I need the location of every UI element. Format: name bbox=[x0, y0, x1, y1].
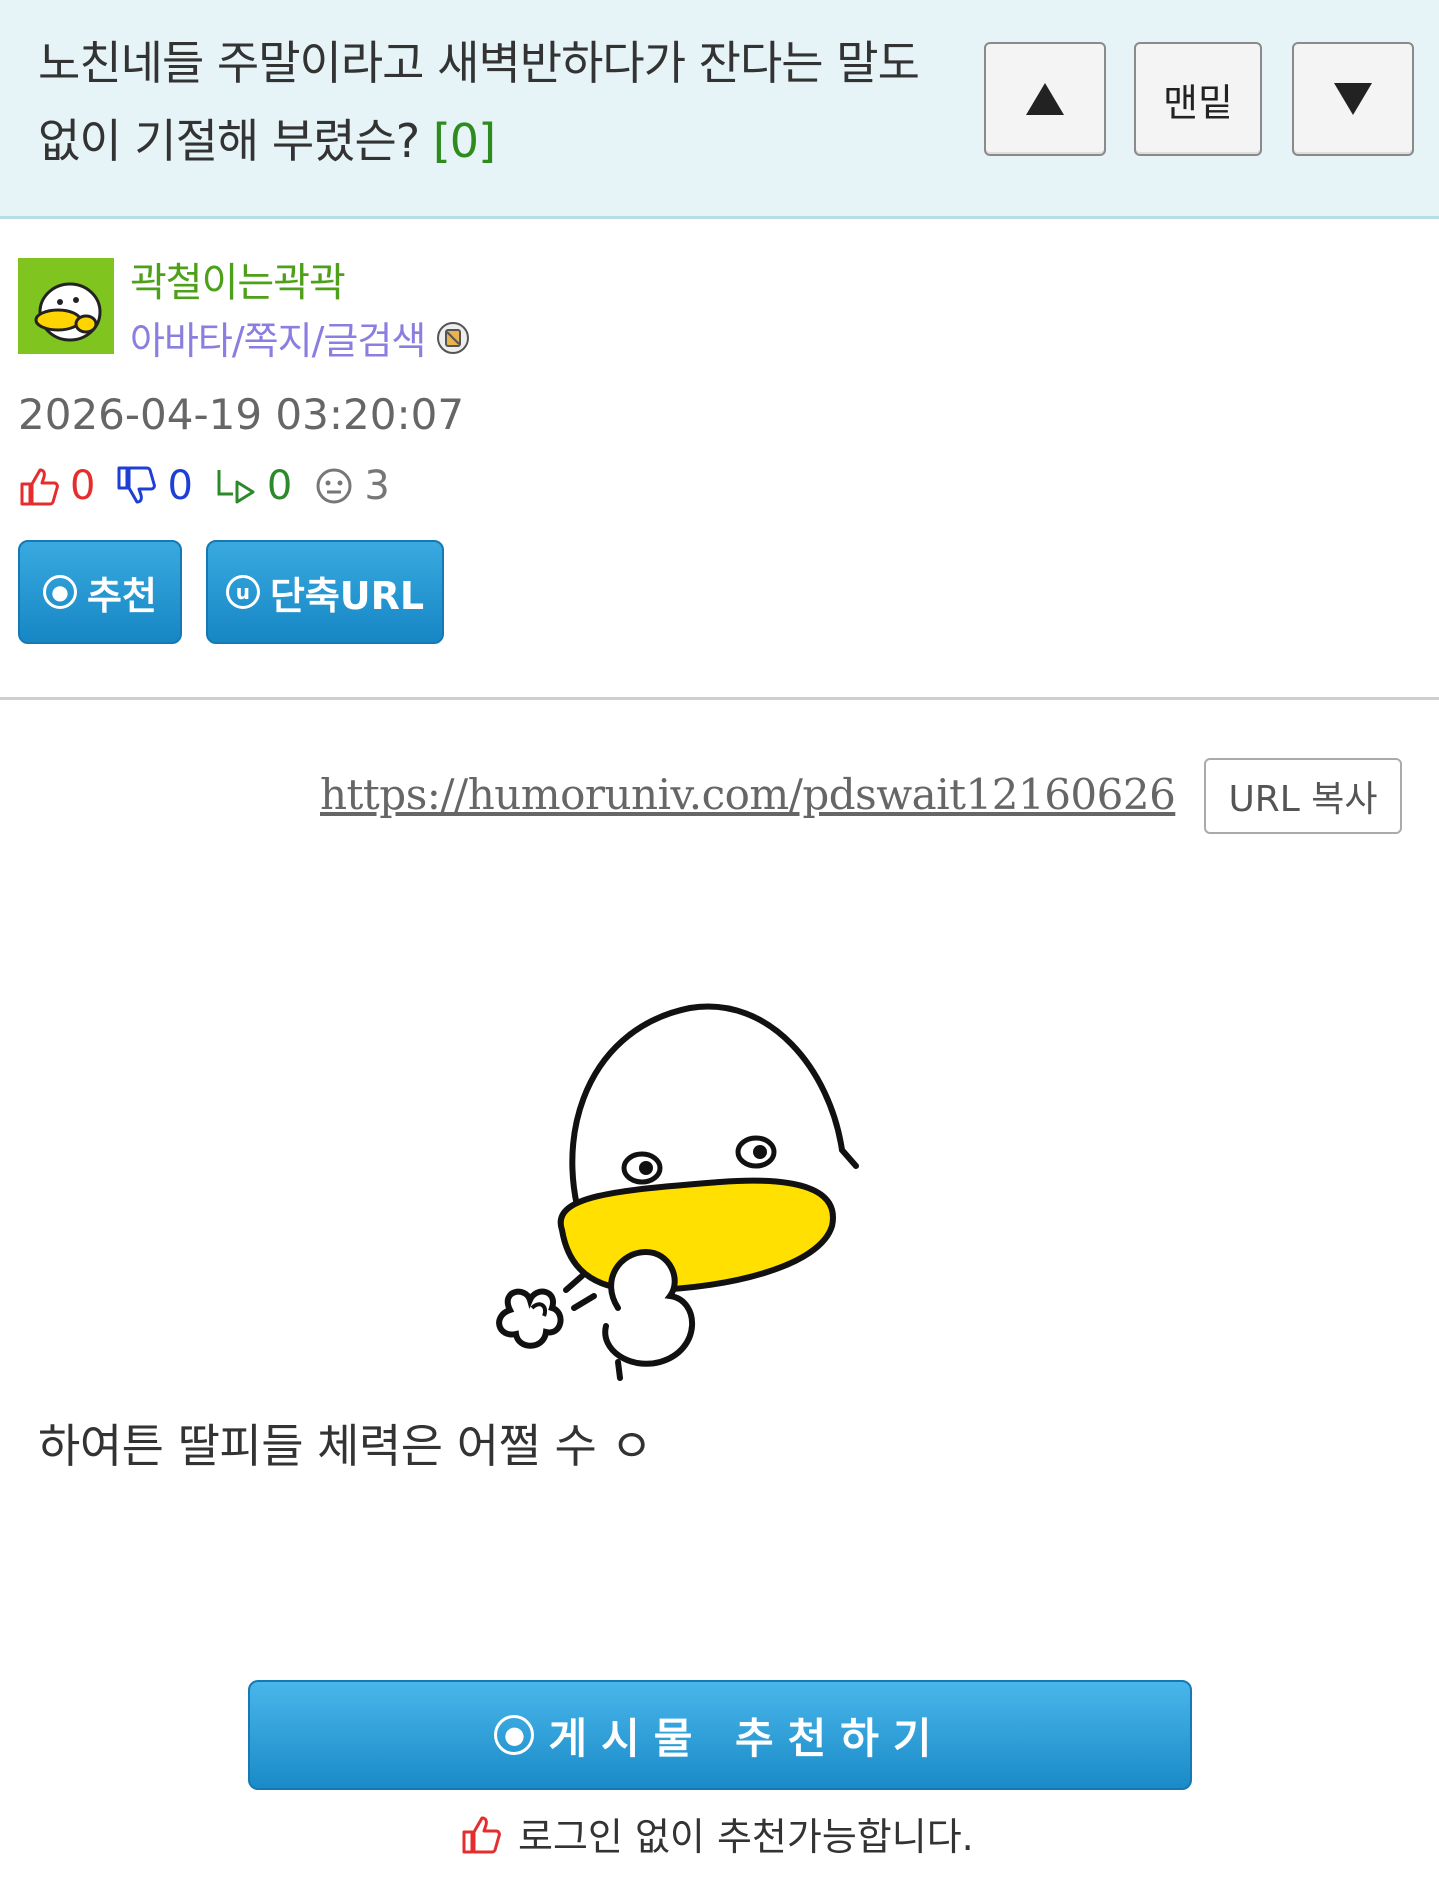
url-copy-button[interactable]: URL 복사 bbox=[1204, 758, 1402, 834]
recommend-label: 추천 bbox=[87, 573, 157, 618]
scroll-down-button[interactable] bbox=[1292, 42, 1414, 156]
scroll-up-button[interactable] bbox=[984, 42, 1106, 156]
author-name[interactable]: 곽철이는곽곽 bbox=[130, 250, 346, 308]
post-stats: 0 0 0 3 bbox=[18, 458, 410, 514]
thumbs-down-icon bbox=[117, 466, 157, 504]
up-triangle-icon bbox=[1026, 83, 1064, 115]
dislike-stat: 0 bbox=[115, 463, 193, 509]
recommend-notice-text: 로그인 없이 추천가능합니다. bbox=[518, 1815, 974, 1859]
thumbs-up-icon bbox=[462, 1816, 501, 1853]
u-circle-icon: u bbox=[225, 575, 260, 609]
view-stat: 3 bbox=[312, 463, 390, 509]
section-divider bbox=[0, 697, 1439, 700]
author-links-text[interactable]: 아바타/쪽지/글검색 bbox=[130, 310, 426, 365]
post-header: 노친네들 주말이라고 새벽반하다가 잔다는 말도 없이 기절해 부렸슨? [0]… bbox=[0, 0, 1439, 219]
dislike-count: 0 bbox=[167, 463, 193, 509]
short-url-button[interactable]: u 단축URL bbox=[206, 540, 444, 644]
reply-count: 0 bbox=[266, 463, 293, 509]
post-url-link[interactable]: https://humoruniv.com/pdswait12160626 bbox=[320, 770, 1176, 819]
post-title: 노친네들 주말이라고 새벽반하다가 잔다는 말도 없이 기절해 부렸슨? [0] bbox=[38, 24, 938, 180]
reply-arrow-icon bbox=[217, 470, 255, 504]
target-circle-icon: ● bbox=[43, 575, 78, 609]
comment-count[interactable]: [0] bbox=[433, 114, 496, 168]
post-recommend-label: 게시물 추천하기 bbox=[548, 1713, 946, 1763]
avatar[interactable] bbox=[18, 258, 114, 354]
post-body-text: 하여튼 딸피들 체력은 어쩔 수 ㅇ bbox=[38, 1419, 653, 1473]
smiley-face-icon bbox=[316, 468, 352, 504]
target-circle-icon: ● bbox=[494, 1715, 535, 1755]
scroll-bottom-label: 맨밑 bbox=[1163, 80, 1233, 125]
down-triangle-icon bbox=[1334, 83, 1372, 115]
like-count: 0 bbox=[70, 463, 96, 509]
recommend-button[interactable]: ● 추천 bbox=[18, 540, 182, 644]
duck-avatar-icon bbox=[34, 282, 102, 342]
thumbs-up-icon bbox=[20, 468, 59, 506]
author-links[interactable]: 아바타/쪽지/글검색 bbox=[130, 310, 471, 365]
recommend-notice: 로그인 없이 추천가능합니다. bbox=[460, 1806, 974, 1861]
duck-sigh-sticker bbox=[496, 1003, 859, 1381]
like-stat: 0 bbox=[18, 463, 95, 509]
post-recommend-button[interactable]: ● 게시물 추천하기 bbox=[248, 1680, 1192, 1790]
member-badge-icon bbox=[437, 321, 470, 354]
view-count: 3 bbox=[364, 463, 390, 509]
short-url-label: 단축URL bbox=[269, 573, 425, 618]
scroll-bottom-button[interactable]: 맨밑 bbox=[1134, 42, 1262, 156]
reply-stat: 0 bbox=[213, 463, 292, 509]
post-date: 2026-04-19 03:20:07 bbox=[18, 390, 465, 439]
